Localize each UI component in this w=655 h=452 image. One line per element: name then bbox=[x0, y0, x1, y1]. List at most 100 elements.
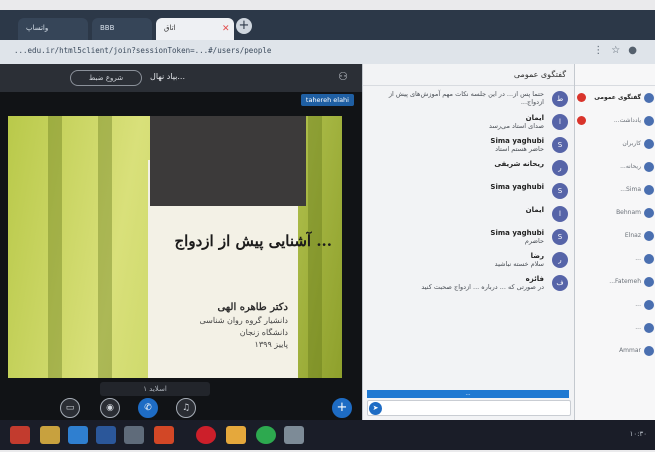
avatar bbox=[644, 300, 654, 310]
user-list-item[interactable]: ... bbox=[575, 293, 655, 316]
avatar: ر bbox=[552, 160, 568, 176]
browser-tab-whatsapp[interactable]: واتساپ bbox=[18, 18, 88, 40]
mic-icon[interactable]: ♫ bbox=[176, 398, 196, 418]
actions-plus-button[interactable]: + bbox=[332, 398, 352, 418]
avatar bbox=[644, 346, 654, 356]
avatar bbox=[644, 116, 654, 126]
message-sender: Sima yaghubi bbox=[490, 183, 544, 191]
user-label: گفتگوی عمومی bbox=[594, 94, 641, 101]
sidebar-item-notes[interactable]: یادداشت... bbox=[575, 109, 655, 132]
system-tray-clock[interactable]: ۱۰:۳۰ bbox=[630, 430, 647, 438]
unread-badge bbox=[577, 116, 586, 125]
chat-header: گفتگوی عمومی bbox=[363, 64, 574, 86]
avatar bbox=[644, 139, 654, 149]
url-text[interactable]: ...edu.ir/html5client/join?sessionToken=… bbox=[14, 46, 271, 55]
folder-icon[interactable] bbox=[226, 426, 246, 444]
message-sender: Sima yaghubi bbox=[490, 229, 544, 237]
avatar: ف bbox=[552, 275, 568, 291]
avatar bbox=[644, 254, 654, 264]
media-controls: ▭ ◉ ✆ ♫ + bbox=[0, 398, 362, 420]
avatar bbox=[644, 162, 654, 172]
user-label: Ammar bbox=[619, 347, 641, 354]
slide-navigation[interactable]: اسلاید ۱ bbox=[100, 382, 210, 396]
sidebar-item-public-chat[interactable]: گفتگوی عمومی bbox=[575, 86, 655, 109]
user-list-item[interactable]: Elnaz bbox=[575, 224, 655, 247]
slide-author-block: دکتر طاهره الهی دانشیار گروه روان شناسی … bbox=[172, 302, 288, 349]
users-panel-header bbox=[575, 64, 655, 86]
avatar: ا bbox=[552, 114, 568, 130]
avatar bbox=[644, 185, 654, 195]
user-list-item[interactable]: Sima... bbox=[575, 178, 655, 201]
browser-tab-bbb[interactable]: BBB bbox=[92, 18, 152, 40]
star-icon[interactable]: ☆ bbox=[611, 45, 628, 56]
os-taskbar: ۱۰:۳۰ bbox=[0, 420, 655, 450]
opera-icon[interactable] bbox=[196, 426, 216, 444]
video-icon[interactable]: ◉ bbox=[100, 398, 120, 418]
chat-message: S Sima yaghubi bbox=[369, 183, 568, 201]
presentation-slide: ... آشنایی پیش از ازدواج دکتر طاهره الهی… bbox=[8, 116, 342, 378]
message-text: حاضرم bbox=[524, 237, 544, 245]
chat-message: S Sima yaghubi حاضر هستم استاد bbox=[369, 137, 568, 155]
powerpoint-icon[interactable] bbox=[154, 426, 174, 444]
author-line: پاییز ۱۳۹۹ bbox=[254, 340, 288, 349]
slide-title: ... آشنایی پیش از ازدواج bbox=[174, 232, 333, 250]
users-panel: گفتگوی عمومی یادداشت... کاربران ریحانه..… bbox=[574, 64, 655, 420]
browser-action-icons[interactable]: ⋮☆● bbox=[593, 45, 645, 56]
photo-frame: واتساپ BBB اتاق ✕ + ...edu.ir/html5clien… bbox=[0, 0, 655, 452]
send-icon[interactable]: ➤ bbox=[369, 402, 382, 415]
presentation-stage: شروع ضبط بیاد نهال... ⚇ tahereh elahi ..… bbox=[0, 64, 362, 420]
app-icon[interactable] bbox=[124, 426, 144, 444]
user-label: ... bbox=[635, 324, 641, 331]
profile-icon[interactable]: ● bbox=[628, 45, 645, 56]
ie-browser-icon[interactable] bbox=[68, 426, 88, 444]
user-list-item[interactable]: ... bbox=[575, 316, 655, 339]
chat-message: ر رضا سلام خسته نباشید bbox=[369, 252, 568, 270]
chrome-icon[interactable] bbox=[256, 426, 276, 444]
unread-badge bbox=[577, 93, 586, 102]
presenter-tag: tahereh elahi bbox=[300, 94, 354, 106]
start-icon[interactable] bbox=[10, 426, 30, 444]
monitor-screen: واتساپ BBB اتاق ✕ + ...edu.ir/html5clien… bbox=[0, 10, 655, 450]
user-list-item[interactable]: Fatemeh... bbox=[575, 270, 655, 293]
user-list-item[interactable]: ... bbox=[575, 247, 655, 270]
author-line: دانشگاه زنجان bbox=[239, 328, 288, 337]
message-sender: ایمان bbox=[525, 114, 544, 122]
chat-message-input[interactable] bbox=[367, 400, 571, 416]
app-icon[interactable] bbox=[284, 426, 304, 444]
address-bar[interactable]: ...edu.ir/html5client/join?sessionToken=… bbox=[0, 40, 655, 64]
avatar: S bbox=[552, 183, 568, 199]
avatar: ر bbox=[552, 252, 568, 268]
chat-message: S Sima yaghubi حاضرم bbox=[369, 229, 568, 247]
message-sender: ریحانه شریفی bbox=[494, 160, 544, 168]
message-text: صدای استاد می‌رسد bbox=[489, 122, 544, 130]
avatar: ط bbox=[552, 91, 568, 107]
chat-message: ر ریحانه شریفی bbox=[369, 160, 568, 178]
user-label: یادداشت... bbox=[613, 117, 641, 124]
user-label: ریحانه... bbox=[620, 163, 641, 170]
message-sender: رضا bbox=[530, 252, 544, 260]
user-list-item[interactable]: Ammar bbox=[575, 339, 655, 362]
user-label: Fatemeh... bbox=[609, 278, 641, 285]
message-text: سلام خسته نباشید bbox=[494, 260, 544, 268]
share-screen-icon[interactable]: ▭ bbox=[60, 398, 80, 418]
chat-message: ط حتما پس از... در این جلسه نکات مهم آموز… bbox=[369, 90, 568, 109]
chat-message-list: ط حتما پس از... در این جلسه نکات مهم آموز… bbox=[363, 86, 574, 302]
close-icon[interactable]: ✕ bbox=[222, 24, 230, 34]
message-text: در صورتی که ... درباره ... ازدواج صحبت ک… bbox=[421, 283, 544, 291]
menu-icon[interactable]: ⋮ bbox=[593, 45, 611, 56]
file-explorer-icon[interactable] bbox=[40, 426, 60, 444]
room-topbar: شروع ضبط بیاد نهال... ⚇ bbox=[0, 64, 362, 92]
avatar bbox=[644, 208, 654, 218]
new-tab-button[interactable]: + bbox=[236, 18, 252, 34]
webcam-overlay bbox=[150, 116, 306, 206]
user-label: Sima... bbox=[620, 186, 641, 193]
user-list-item[interactable]: ریحانه... bbox=[575, 155, 655, 178]
user-list-item[interactable]: کاربران bbox=[575, 132, 655, 155]
record-button[interactable]: شروع ضبط bbox=[70, 70, 142, 86]
users-icon[interactable]: ⚇ bbox=[338, 70, 348, 83]
phone-icon[interactable]: ✆ bbox=[138, 398, 158, 418]
word-icon[interactable] bbox=[96, 426, 116, 444]
user-list-item[interactable]: Behnam bbox=[575, 201, 655, 224]
message-sender: فائزه bbox=[525, 275, 544, 283]
author-name: دکتر طاهره الهی bbox=[217, 302, 288, 313]
